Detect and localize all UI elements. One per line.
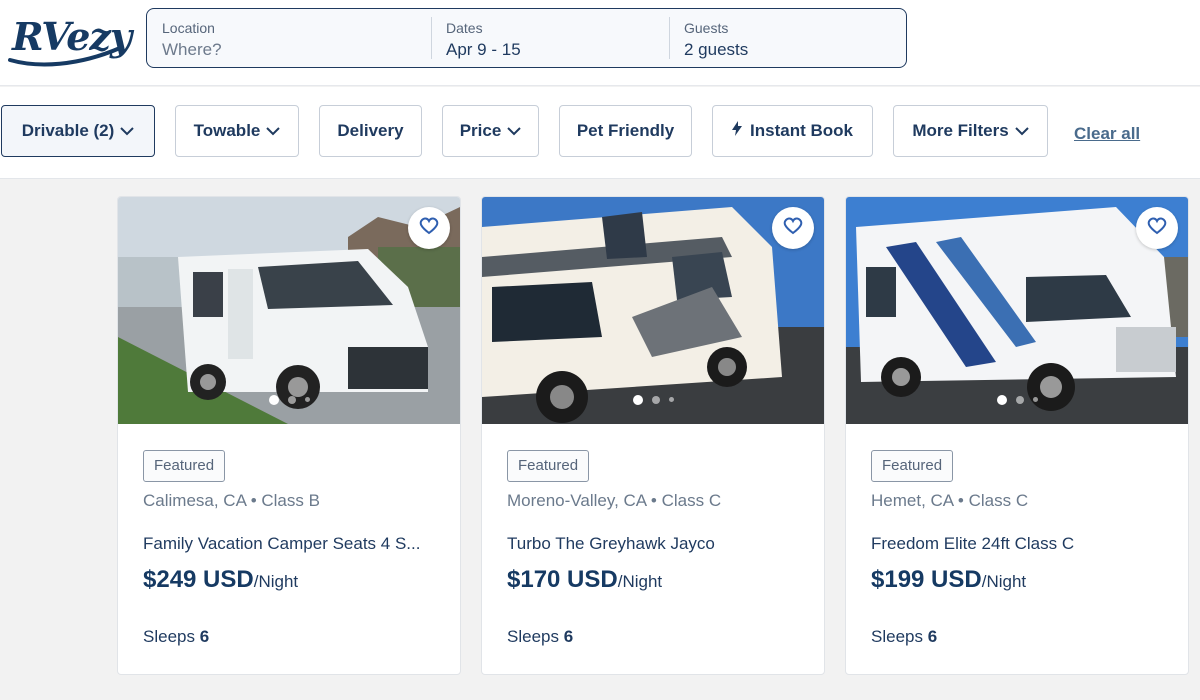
price-unit: /Night: [253, 572, 299, 591]
sleeps-count: 6: [563, 627, 574, 646]
listing-price: $249 USD/Night: [143, 566, 298, 594]
location-placeholder[interactable]: Where?: [162, 38, 415, 61]
listing-card[interactable]: Featured Calimesa, CA • Class B Family V…: [117, 196, 461, 675]
carousel-dot[interactable]: [651, 396, 660, 404]
carousel-dot[interactable]: [668, 397, 674, 402]
price-amount: $170 USD: [507, 566, 618, 593]
header: RVezy Location Where? Dates Apr 9 - 15 G…: [0, 0, 1200, 86]
drivable-filter-button[interactable]: Drivable (2): [1, 105, 155, 157]
instant-book-filter-button[interactable]: Instant Book: [712, 105, 873, 157]
delivery-filter-button[interactable]: Delivery: [319, 105, 422, 157]
sleeps-info: Sleeps 6: [871, 627, 937, 647]
sleeps-info: Sleeps 6: [143, 627, 209, 647]
more-filters-button[interactable]: More Filters: [893, 105, 1048, 157]
favorite-button[interactable]: [1136, 207, 1178, 249]
location-field[interactable]: Location Where?: [147, 9, 431, 67]
logo-swoosh: [8, 46, 122, 67]
instant-book-label: Instant Book: [750, 121, 853, 140]
sleeps-label: Sleeps: [871, 627, 923, 646]
listing-card[interactable]: Featured Moreno-Valley, CA • Class C Tur…: [481, 196, 825, 675]
listing-card[interactable]: Featured Hemet, CA • Class C Freedom Eli…: [845, 196, 1189, 675]
carousel-indicator: [846, 395, 1188, 405]
heart-icon: [419, 216, 439, 240]
chevron-down-icon: [1014, 121, 1029, 141]
carousel-indicator: [482, 395, 824, 405]
favorite-button[interactable]: [408, 207, 450, 249]
listing-title[interactable]: Family Vacation Camper Seats 4 S...: [143, 534, 443, 554]
listing-price: $199 USD/Night: [871, 566, 1026, 594]
heart-icon: [783, 216, 803, 240]
favorite-button[interactable]: [772, 207, 814, 249]
carousel-dot[interactable]: [268, 395, 279, 405]
listing-title[interactable]: Freedom Elite 24ft Class C: [871, 534, 1171, 554]
listing-price: $170 USD/Night: [507, 566, 662, 594]
listing-location: Moreno-Valley, CA • Class C: [507, 491, 722, 510]
carousel-dot[interactable]: [304, 397, 310, 402]
guests-field[interactable]: Guests 2 guests: [669, 9, 905, 67]
carousel-dot[interactable]: [996, 395, 1007, 405]
dates-field[interactable]: Dates Apr 9 - 15: [431, 9, 669, 67]
listing-photo[interactable]: [118, 197, 460, 424]
pet-friendly-filter-button[interactable]: Pet Friendly: [559, 105, 692, 157]
more-filters-label: More Filters: [912, 121, 1009, 140]
listing-photo[interactable]: [482, 197, 824, 424]
sleeps-count: 6: [199, 627, 210, 646]
chevron-down-icon: [120, 121, 135, 141]
towable-label: Towable: [193, 121, 261, 140]
sleeps-label: Sleeps: [507, 627, 559, 646]
chevron-down-icon: [507, 121, 522, 141]
filter-bar: Drivable (2) Towable Delivery Price Pet …: [0, 87, 1200, 179]
carousel-dot[interactable]: [1032, 397, 1038, 402]
carousel-dot[interactable]: [287, 396, 296, 404]
pet-friendly-label: Pet Friendly: [576, 121, 675, 140]
price-unit: /Night: [981, 572, 1027, 591]
guests-label: Guests: [684, 20, 729, 36]
sleeps-count: 6: [927, 627, 938, 646]
price-amount: $199 USD: [871, 566, 982, 593]
drivable-label: Drivable (2): [21, 121, 115, 140]
featured-badge: Featured: [507, 450, 590, 482]
location-label: Location: [162, 20, 215, 36]
price-label: Price: [459, 121, 502, 140]
delivery-label: Delivery: [337, 121, 404, 140]
sleeps-info: Sleeps 6: [507, 627, 573, 647]
carousel-indicator: [118, 395, 460, 405]
price-filter-button[interactable]: Price: [442, 105, 539, 157]
price-unit: /Night: [617, 572, 663, 591]
featured-badge: Featured: [143, 450, 226, 482]
price-amount: $249 USD: [143, 566, 254, 593]
featured-badge: Featured: [871, 450, 954, 482]
listing-location: Hemet, CA • Class C: [871, 491, 1029, 510]
chevron-down-icon: [266, 121, 281, 141]
listing-location: Calimesa, CA • Class B: [143, 491, 320, 510]
carousel-dot[interactable]: [632, 395, 643, 405]
listing-photo[interactable]: [846, 197, 1188, 424]
listing-title[interactable]: Turbo The Greyhawk Jayco: [507, 534, 807, 554]
carousel-dot[interactable]: [1015, 396, 1024, 404]
dates-label: Dates: [446, 20, 483, 36]
heart-icon: [1147, 216, 1167, 240]
lightning-bolt-icon: [732, 121, 743, 141]
towable-filter-button[interactable]: Towable: [175, 105, 299, 157]
rvezy-logo[interactable]: RVezy: [8, 10, 132, 67]
sleeps-label: Sleeps: [143, 627, 195, 646]
search-bar: Location Where? Dates Apr 9 - 15 Guests …: [146, 8, 907, 68]
dates-value[interactable]: Apr 9 - 15: [446, 38, 653, 61]
guests-value[interactable]: 2 guests: [684, 38, 889, 61]
clear-all-link[interactable]: Clear all: [1074, 124, 1140, 144]
